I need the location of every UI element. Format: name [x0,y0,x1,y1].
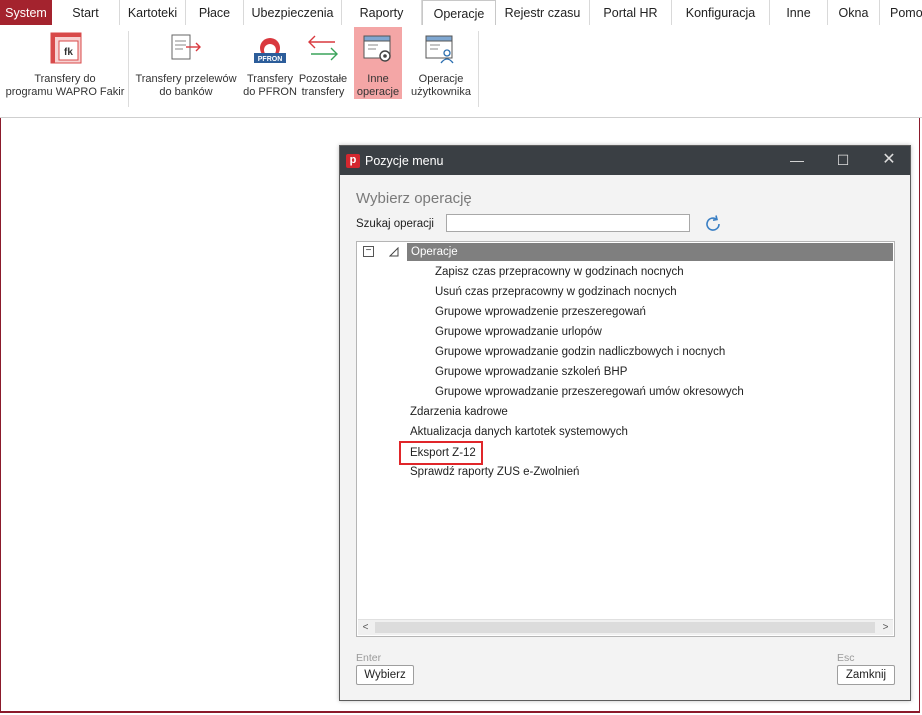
user-operations-button[interactable]: Operacje użytkownika [406,27,476,101]
pfron-badge: PFRON [258,56,283,63]
scrollbar-thumb[interactable] [375,622,875,633]
tab-system[interactable]: System [0,0,52,25]
tree-item[interactable]: Grupowe wprowadzanie szkoleń BHP [435,366,627,378]
select-button[interactable]: Wybierz [356,665,414,685]
tree-item[interactable]: Zdarzenia kadrowe [410,406,508,418]
tree-item[interactable]: Sprawdź raporty ZUS e-Zwolnień [410,466,579,478]
tab-kartoteki[interactable]: Kartoteki [120,0,186,25]
transfer-bank-label-2: do banków [159,86,213,98]
scroll-left-icon[interactable]: < [358,620,373,635]
fakir-icon: fk [49,31,83,69]
tree-item[interactable]: Grupowe wprowadzanie przeszeregowań umów… [435,386,744,398]
tab-ubezpieczenia[interactable]: Ubezpieczenia [244,0,342,25]
transfer-fakir-button[interactable]: fk Transfery do programu WAPRO Fakir [4,27,126,101]
tab-portal-hr[interactable]: Portal HR [590,0,672,25]
ribbon-separator [478,31,479,107]
transfer-pfron-label-2: do PFRON [243,86,297,98]
other-operations-label-1: Inne [367,73,389,85]
horizontal-scrollbar[interactable]: < > [358,619,893,635]
close-icon[interactable]: ✕ [874,150,904,170]
other-transfers-button[interactable]: Pozostałe transfery [297,27,349,101]
transfer-bank-button[interactable]: Transfery przelewów do banków [131,27,241,101]
tab-raporty[interactable]: Raporty [342,0,422,25]
swap-arrows-icon [307,33,339,67]
menu-items-dialog: p Pozycje menu — ☐ ✕ Wybierz operację Sz… [339,145,911,701]
menu-bar: System Start Kartoteki Płace Ubezpieczen… [0,0,922,26]
user-operations-label-1: Operacje [418,73,464,85]
window-user-icon [424,33,456,69]
minimize-icon[interactable]: — [782,150,812,170]
tab-konfiguracja[interactable]: Konfiguracja [672,0,770,25]
sort-indicator-icon [388,246,399,257]
app-logo-icon: p [346,154,360,168]
other-operations-button[interactable]: Inne operacje [354,27,402,99]
other-transfers-label-1: Pozostałe [298,73,348,85]
operations-tree[interactable]: − Operacje Zapisz czas przepracowny w go… [356,241,895,637]
tab-pomoc[interactable]: Pomoc [880,0,922,25]
transfer-bank-label-1: Transfery przelewów [135,73,237,85]
tree-header[interactable]: Operacje [407,243,893,261]
scroll-right-icon[interactable]: > [878,620,893,635]
transfer-fakir-label-1: Transfery do [34,73,96,85]
tree-item[interactable]: Grupowe wprowadzenie przeszeregowań [435,306,646,318]
dialog-heading: Wybierz operację [356,190,472,207]
ribbon: fk Transfery do programu WAPRO Fakir Tra… [0,25,922,118]
refresh-icon[interactable] [703,214,723,234]
fk-badge: fk [64,47,73,58]
esc-hint: Esc [837,652,855,664]
tree-item[interactable]: Grupowe wprowadzanie urlopów [435,326,602,338]
close-button[interactable]: Zamknij [837,665,895,685]
tree-item[interactable]: Usuń czas przepracowny w godzinach nocny… [435,286,677,298]
pfron-icon: PFRON [252,37,288,69]
other-operations-label-2: operacje [356,86,400,98]
user-operations-label-2: użytkownika [411,86,471,98]
search-input[interactable] [446,214,690,232]
transfer-pfron-button[interactable]: PFRON Transfery do PFRON [243,27,297,101]
bank-transfer-icon [169,31,203,67]
tab-rejestr-czasu[interactable]: Rejestr czasu [496,0,590,25]
tab-inne[interactable]: Inne [770,0,828,25]
tree-item[interactable]: Grupowe wprowadzanie godzin nadliczbowyc… [435,346,725,358]
window-gear-icon [362,33,394,69]
highlight-box [399,441,483,465]
tree-item[interactable]: Zapisz czas przepracowny w godzinach noc… [435,266,684,278]
tree-item[interactable]: Aktualizacja danych kartotek systemowych [410,426,628,438]
collapse-icon[interactable]: − [363,246,374,257]
search-label: Szukaj operacji [356,218,434,230]
tab-okna[interactable]: Okna [828,0,880,25]
other-transfers-label-2: transfery [301,86,345,98]
transfer-pfron-label-1: Transfery [246,73,294,85]
dialog-titlebar[interactable]: p Pozycje menu — ☐ ✕ [340,146,910,175]
transfer-fakir-label-2: programu WAPRO Fakir [5,86,125,98]
dialog-title: Pozycje menu [365,154,444,168]
enter-hint: Enter [356,652,382,664]
tab-place[interactable]: Płace [186,0,244,25]
ribbon-separator [128,31,129,107]
maximize-icon[interactable]: ☐ [828,150,858,170]
tab-operacje[interactable]: Operacje [422,0,496,26]
tab-start[interactable]: Start [52,0,120,25]
